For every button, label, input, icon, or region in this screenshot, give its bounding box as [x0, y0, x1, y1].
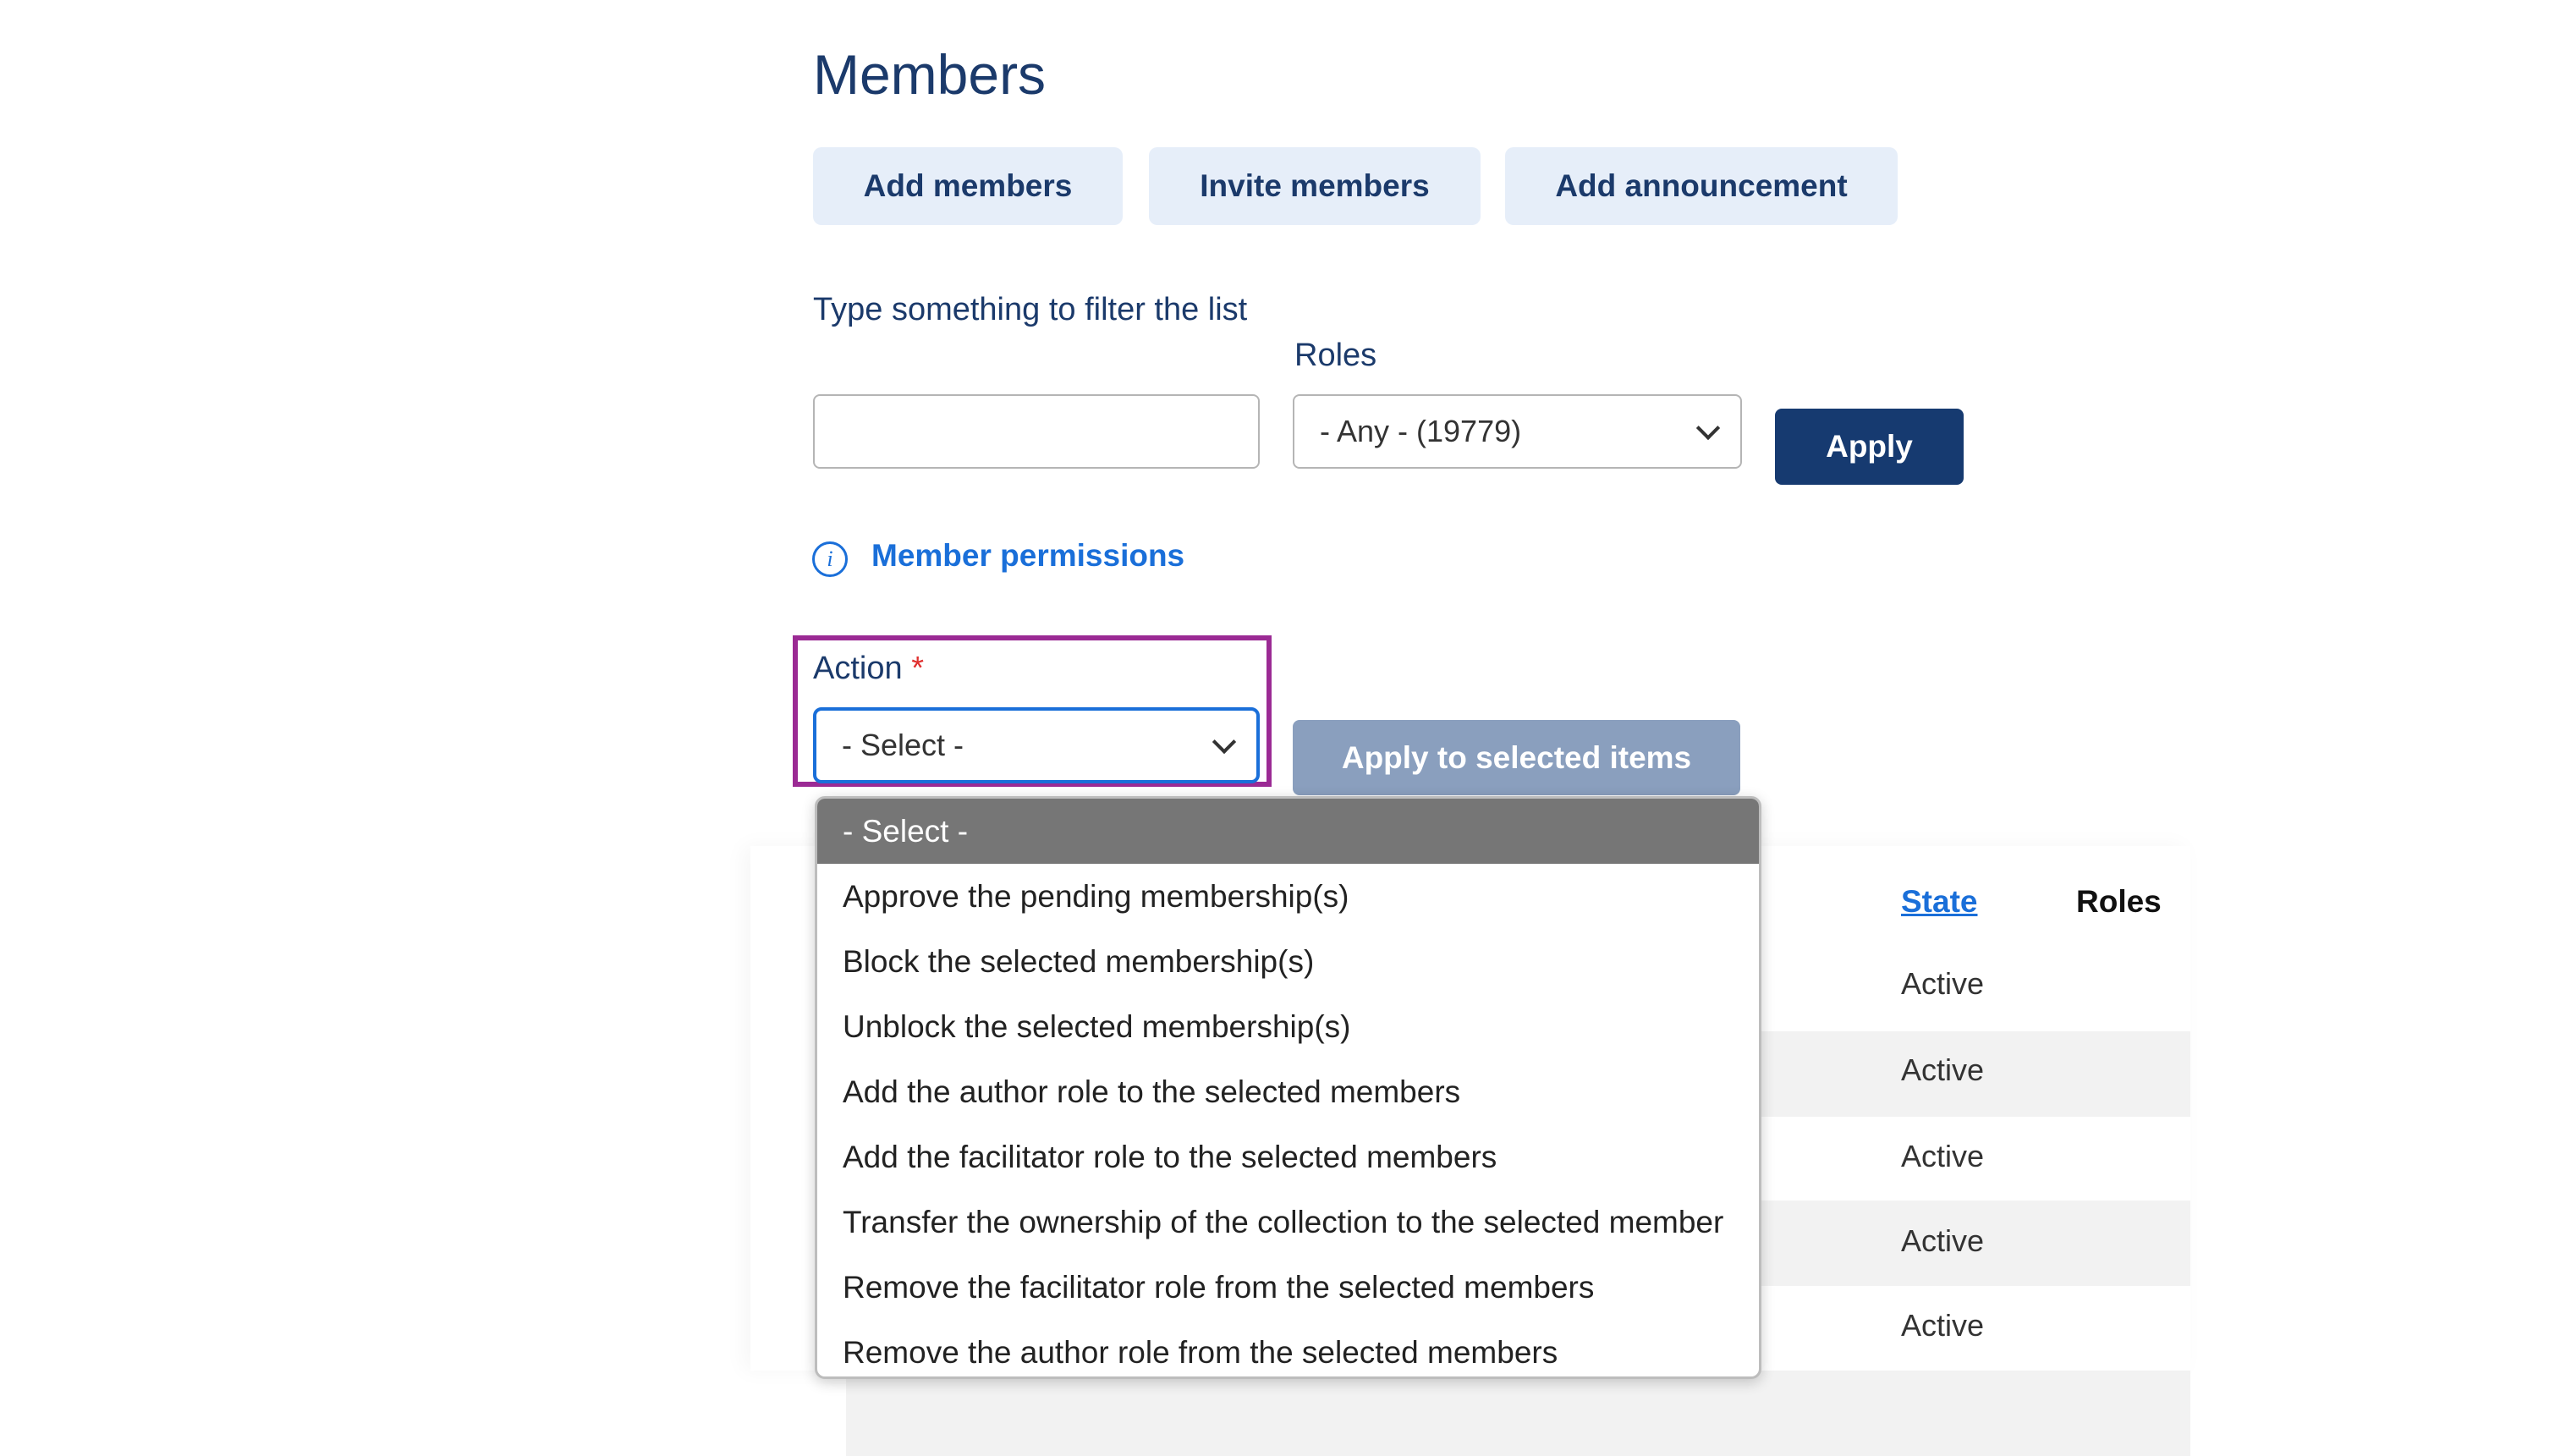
roles-label: Roles — [1294, 338, 1377, 373]
row-state: Active — [1901, 1308, 1985, 1343]
apply-filter-button[interactable]: Apply — [1775, 409, 1964, 485]
add-announcement-button[interactable]: Add announcement — [1505, 147, 1898, 225]
roles-select[interactable]: - Any - (19779) — [1293, 394, 1742, 469]
action-option-remove-facilitator[interactable]: Remove the facilitator role from the sel… — [817, 1255, 1759, 1320]
filter-text-label: Type something to filter the list — [813, 292, 1248, 327]
action-option-select[interactable]: - Select - — [817, 799, 1759, 864]
chevron-down-icon — [1212, 729, 1237, 755]
invite-members-button[interactable]: Invite members — [1149, 147, 1481, 225]
action-label: Action * — [813, 646, 924, 690]
chevron-down-icon — [1695, 415, 1721, 441]
row-state: Active — [1901, 1223, 1985, 1258]
action-option-unblock[interactable]: Unblock the selected membership(s) — [817, 994, 1759, 1059]
row-state: Active — [1901, 966, 1985, 1001]
action-label-text: Action — [813, 651, 903, 686]
action-option-block[interactable]: Block the selected membership(s) — [817, 929, 1759, 994]
state-column-header[interactable]: State — [1901, 884, 1977, 920]
action-select-value: - Select - — [842, 728, 964, 762]
filter-text-input[interactable] — [813, 394, 1260, 469]
add-members-button[interactable]: Add members — [813, 147, 1123, 225]
action-dropdown-list[interactable]: - Select - Approve the pending membershi… — [815, 796, 1761, 1379]
row-state: Active — [1901, 1139, 1985, 1173]
info-icon: i — [812, 541, 848, 577]
member-permissions-link[interactable]: Member permissions — [871, 538, 1184, 574]
action-select[interactable]: - Select - — [813, 707, 1260, 783]
action-option-add-facilitator[interactable]: Add the facilitator role to the selected… — [817, 1124, 1759, 1190]
roles-select-value: - Any - (19779) — [1320, 414, 1522, 448]
page-title: Members — [813, 43, 1047, 106]
apply-to-selected-button[interactable]: Apply to selected items — [1293, 720, 1740, 795]
action-option-transfer-ownership[interactable]: Transfer the ownership of the collection… — [817, 1190, 1759, 1255]
action-option-add-author[interactable]: Add the author role to the selected memb… — [817, 1059, 1759, 1124]
action-option-approve[interactable]: Approve the pending membership(s) — [817, 864, 1759, 929]
required-mark: * — [911, 651, 924, 686]
table-row[interactable] — [846, 1371, 2190, 1456]
row-state: Active — [1901, 1052, 1985, 1087]
roles-column-header: Roles — [2076, 884, 2162, 919]
